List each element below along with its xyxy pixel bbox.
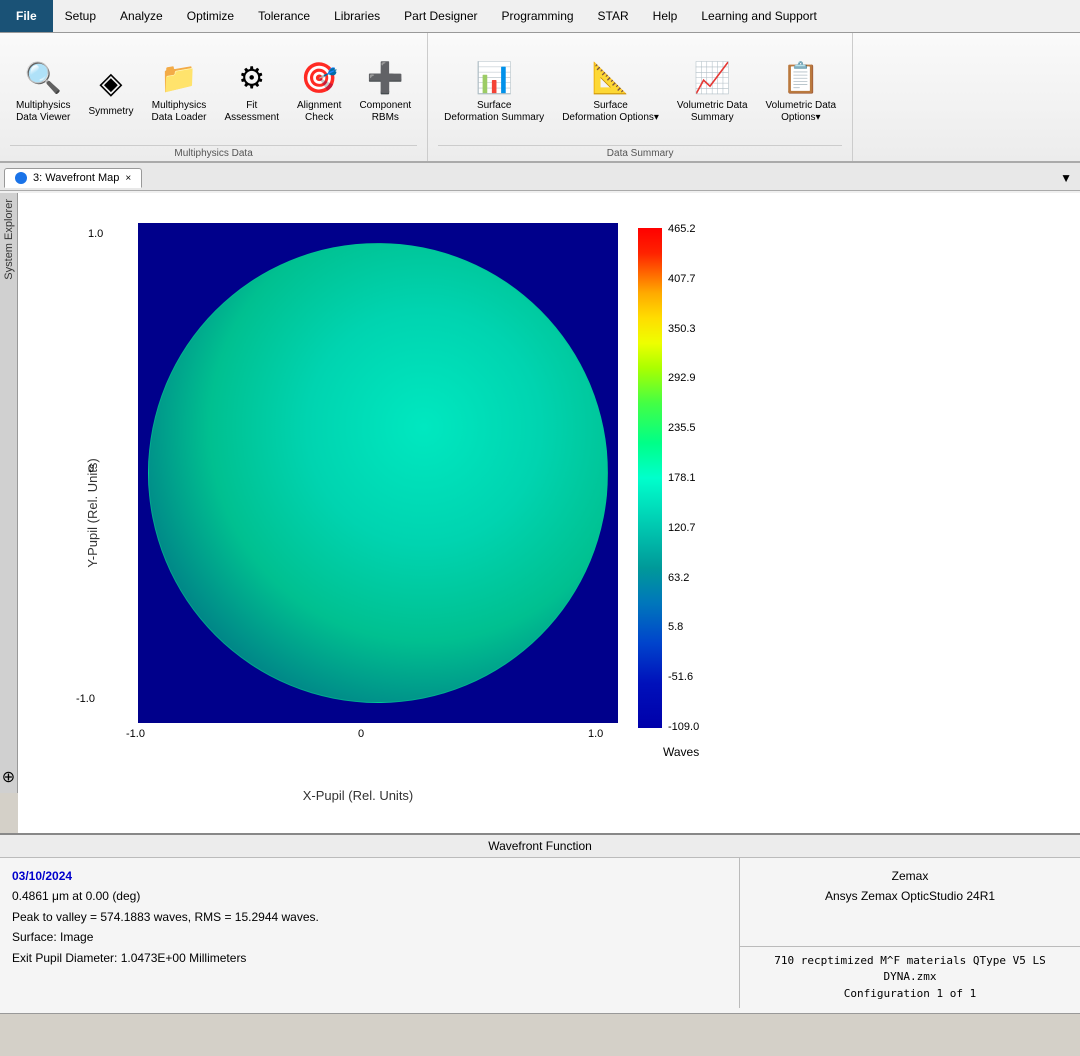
- cb-label-8: 5.8: [668, 621, 699, 633]
- setup-menu-item[interactable]: Setup: [53, 0, 108, 32]
- cb-label-7: 63.2: [668, 572, 699, 584]
- tab-icon: [15, 172, 27, 184]
- tab-close-btn[interactable]: ×: [125, 173, 131, 184]
- info-left-panel: 03/10/2024 0.4861 μm at 0.00 (deg) Peak …: [0, 858, 740, 1008]
- info-line1: 0.4861 μm at 0.00 (deg): [12, 886, 727, 906]
- cb-label-4: 235.5: [668, 422, 699, 434]
- star-menu-item[interactable]: STAR: [586, 0, 641, 32]
- main-content: Y-Pupil (Rel. Units) 1.0 0 -1.0 -1.0 0 1…: [18, 193, 1080, 833]
- cb-label-1: 407.7: [668, 273, 699, 285]
- wavefront-map-tab[interactable]: 3: Wavefront Map ×: [4, 168, 142, 188]
- x-axis-label: X-Pupil (Rel. Units): [303, 788, 414, 803]
- alignment-check-btn[interactable]: 🎯 AlignmentCheck: [291, 55, 347, 128]
- tab-overflow-btn[interactable]: ▼: [1056, 167, 1076, 189]
- y-tick-2: 0: [88, 463, 94, 475]
- system-explorer-label[interactable]: System Explorer: [1, 193, 17, 286]
- cb-label-3: 292.9: [668, 372, 699, 384]
- system-explorer-sidebar: System Explorer ⊕: [0, 193, 18, 793]
- chart-area: Y-Pupil (Rel. Units) 1.0 0 -1.0 -1.0 0 1…: [18, 193, 1080, 833]
- symmetry-btn[interactable]: ◈ Symmetry: [82, 60, 139, 122]
- multiphysics-data-loader-btn[interactable]: 📁 MultiphysicsData Loader: [145, 55, 212, 128]
- help-menu-item[interactable]: Help: [641, 0, 690, 32]
- analyze-menu-item[interactable]: Analyze: [108, 0, 175, 32]
- learning-support-menu-item[interactable]: Learning and Support: [689, 0, 828, 32]
- multiphysics-data-viewer-icon: 🔍: [25, 59, 62, 98]
- x-tick-2: 0: [358, 728, 364, 740]
- multiphysics-data-viewer-btn[interactable]: 🔍 MultiphysicsData Viewer: [10, 55, 76, 128]
- company-label: Zemax: [752, 866, 1068, 886]
- multiphysics-loader-icon: 📁: [160, 59, 197, 98]
- volumetric-data-summary-btn[interactable]: 📈 Volumetric DataSummary: [671, 55, 754, 128]
- cb-label-0: 465.2: [668, 223, 699, 235]
- symmetry-icon: ◈: [99, 64, 122, 103]
- tolerance-menu-item[interactable]: Tolerance: [246, 0, 322, 32]
- tab-label: 3: Wavefront Map: [33, 172, 119, 184]
- info-line3: Surface: Image: [12, 927, 727, 947]
- cb-label-2: 350.3: [668, 323, 699, 335]
- x-tick-3: 1.0: [588, 728, 603, 740]
- programming-menu-item[interactable]: Programming: [490, 0, 586, 32]
- info-line4: Exit Pupil Diameter: 1.0473E+00 Millimet…: [12, 948, 727, 968]
- component-rbms-label: ComponentRBMs: [359, 100, 411, 124]
- colorbar-unit-label: Waves: [663, 745, 699, 759]
- symmetry-label: Symmetry: [88, 105, 133, 118]
- fit-assessment-btn[interactable]: ⚙ FitAssessment: [219, 55, 285, 128]
- config-label: Configuration 1 of 1: [752, 986, 1068, 1003]
- cb-label-10: -109.0: [668, 721, 699, 733]
- info-right-top: Zemax Ansys Zemax OpticStudio 24R1: [740, 858, 1080, 947]
- menu-bar: File Setup Analyze Optimize Tolerance Li…: [0, 0, 1080, 33]
- chart-plot: [138, 223, 618, 723]
- multiphysics-loader-label: MultiphysicsData Loader: [151, 100, 206, 124]
- bottom-panel-title: Wavefront Function: [0, 835, 1080, 858]
- surface-deformation-summary-btn[interactable]: 📊 SurfaceDeformation Summary: [438, 55, 550, 128]
- part-designer-menu-item[interactable]: Part Designer: [392, 0, 489, 32]
- volumetric-data-options-icon: 📋: [782, 59, 819, 98]
- info-right-bottom: 710 recptimized M^F materials QType V5 L…: [740, 947, 1080, 1009]
- wavefront-circle: [148, 243, 608, 703]
- surface-deformation-options-label: SurfaceDeformation Options▾: [562, 100, 659, 124]
- multiphysics-data-viewer-label: MultiphysicsData Viewer: [16, 100, 70, 124]
- alignment-check-icon: 🎯: [301, 59, 338, 98]
- info-line2: Peak to valley = 574.1883 waves, RMS = 1…: [12, 907, 727, 927]
- component-rbms-icon: ➕: [367, 59, 404, 98]
- colorbar-labels: 465.2 407.7 350.3 292.9 235.5 178.1 120.…: [668, 223, 699, 733]
- y-tick-1: 1.0: [88, 228, 103, 240]
- fit-assessment-label: FitAssessment: [225, 100, 279, 124]
- x-tick-1: -1.0: [126, 728, 145, 740]
- surface-deformation-options-icon: 📐: [592, 59, 629, 98]
- surface-deformation-summary-icon: 📊: [475, 59, 512, 98]
- volumetric-data-summary-icon: 📈: [694, 59, 731, 98]
- bottom-panel-content: 03/10/2024 0.4861 μm at 0.00 (deg) Peak …: [0, 858, 1080, 1008]
- surface-deformation-options-btn[interactable]: 📐 SurfaceDeformation Options▾: [556, 55, 665, 128]
- multiphysics-data-group-label: Multiphysics Data: [10, 145, 417, 159]
- data-summary-group-label: Data Summary: [438, 145, 842, 159]
- tab-strip: 3: Wavefront Map × ▼: [0, 163, 1080, 191]
- data-summary-group: 📊 SurfaceDeformation Summary 📐 SurfaceDe…: [428, 33, 853, 161]
- y-tick-3: -1.0: [76, 693, 95, 705]
- bottom-panel: Wavefront Function 03/10/2024 0.4861 μm …: [0, 833, 1080, 1013]
- multiphysics-data-group: 🔍 MultiphysicsData Viewer ◈ Symmetry 📁 M…: [0, 33, 428, 161]
- ribbon: 🔍 MultiphysicsData Viewer ◈ Symmetry 📁 M…: [0, 33, 1080, 163]
- volumetric-data-options-btn[interactable]: 📋 Volumetric DataOptions▾: [760, 55, 843, 128]
- status-bar: [0, 1013, 1080, 1039]
- filename-label: 710 recptimized M^F materials QType V5 L…: [752, 953, 1068, 986]
- optimize-menu-item[interactable]: Optimize: [175, 0, 246, 32]
- surface-deformation-summary-label: SurfaceDeformation Summary: [444, 100, 544, 124]
- fit-assessment-icon: ⚙: [238, 59, 265, 98]
- product-label: Ansys Zemax OpticStudio 24R1: [752, 886, 1068, 906]
- component-rbms-btn[interactable]: ➕ ComponentRBMs: [353, 55, 417, 128]
- volumetric-data-summary-label: Volumetric DataSummary: [677, 100, 748, 124]
- volumetric-data-options-label: Volumetric DataOptions▾: [766, 100, 837, 124]
- info-right-panel: Zemax Ansys Zemax OpticStudio 24R1 710 r…: [740, 858, 1080, 1008]
- sidebar-icon[interactable]: ⊕: [2, 767, 15, 787]
- alignment-check-label: AlignmentCheck: [297, 100, 341, 124]
- file-menu-item[interactable]: File: [0, 0, 53, 32]
- cb-label-9: -51.6: [668, 671, 699, 683]
- cb-label-5: 178.1: [668, 472, 699, 484]
- libraries-menu-item[interactable]: Libraries: [322, 0, 392, 32]
- cb-label-6: 120.7: [668, 522, 699, 534]
- colorbar: [638, 228, 662, 728]
- info-date: 03/10/2024: [12, 866, 727, 886]
